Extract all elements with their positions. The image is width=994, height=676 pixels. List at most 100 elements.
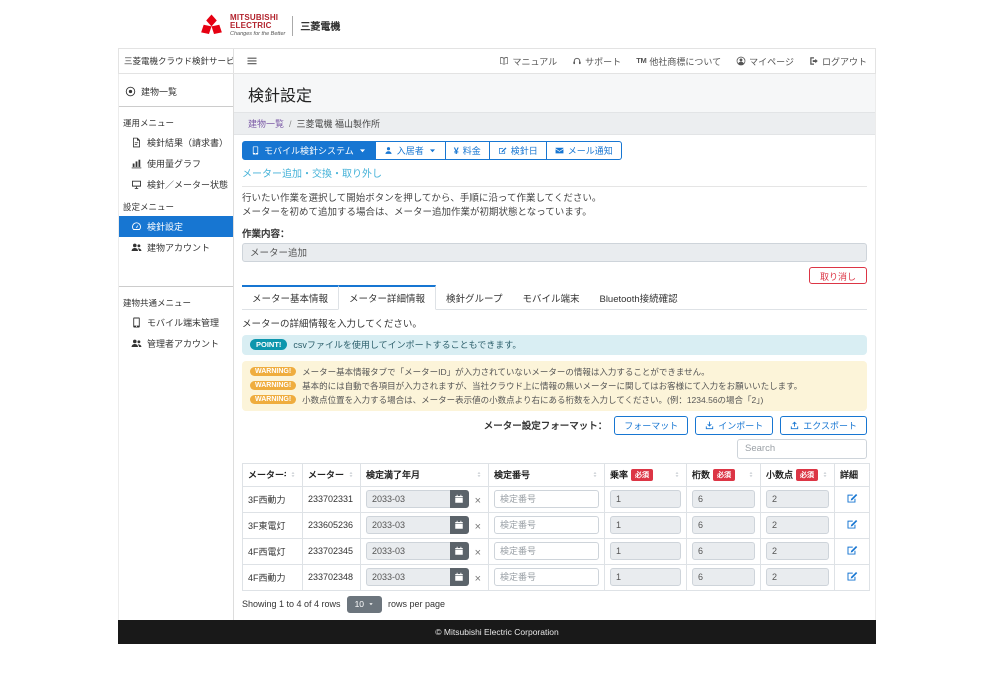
column-header[interactable]: 桁数必須 bbox=[687, 463, 761, 486]
toolbar-button-label: モバイル検針システム bbox=[264, 144, 354, 157]
tab-item[interactable]: 検針グループ bbox=[436, 285, 512, 310]
toolbar-button[interactable]: ¥料金 bbox=[446, 141, 490, 160]
cert-number-input[interactable] bbox=[494, 568, 599, 586]
topmenu-item[interactable]: TM他社商標について bbox=[636, 55, 721, 68]
sidebar-item[interactable]: 検針設定 bbox=[119, 216, 233, 237]
expiry-date-input bbox=[366, 568, 450, 586]
format-button[interactable]: インポート bbox=[695, 416, 773, 435]
toolbar-button[interactable]: 入居者 bbox=[376, 141, 446, 160]
column-header[interactable]: 検定満了年月 bbox=[361, 463, 489, 486]
point-banner: POINT! csvファイルを使用してインポートすることもできます。 bbox=[242, 335, 867, 355]
sort-icon bbox=[347, 470, 355, 479]
cert-number-input[interactable] bbox=[494, 516, 599, 534]
clear-date-button[interactable]: × bbox=[473, 544, 483, 559]
column-header: 詳細 bbox=[835, 463, 870, 486]
sidebar-item[interactable]: モバイル端末管理 bbox=[119, 312, 233, 333]
column-header-content: メーター名称 bbox=[248, 468, 297, 481]
x-icon: × bbox=[475, 522, 481, 533]
cert-number-input[interactable] bbox=[494, 490, 599, 508]
expiry-date-group: × bbox=[366, 516, 483, 534]
sidebar-item[interactable]: 検針／メーター状態 bbox=[119, 174, 233, 195]
format-label: メーター設定フォーマット： bbox=[484, 418, 608, 432]
cert-number-cell bbox=[489, 538, 605, 564]
required-badge: 必須 bbox=[713, 469, 735, 481]
toolbar-button[interactable]: モバイル検針システム bbox=[242, 141, 376, 160]
point-text: csvファイルを使用してインポートすることもできます。 bbox=[293, 338, 521, 351]
edit-detail-button[interactable] bbox=[846, 544, 858, 559]
sidebar-item[interactable]: 管理者アカウント bbox=[119, 333, 233, 354]
logo-japanese-name: 三菱電機 bbox=[300, 18, 340, 33]
sidebar-item-label: 検針設定 bbox=[147, 220, 183, 233]
edit-detail-button[interactable] bbox=[846, 570, 858, 585]
column-header[interactable]: 乗率必須 bbox=[605, 463, 687, 486]
digits-input bbox=[692, 516, 755, 534]
calendar-icon bbox=[454, 494, 464, 504]
calendar-button[interactable] bbox=[450, 490, 469, 508]
edit-detail-button[interactable] bbox=[846, 518, 858, 533]
column-header[interactable]: メーター名称 bbox=[243, 463, 303, 486]
clear-date-button[interactable]: × bbox=[473, 518, 483, 533]
column-header[interactable]: メーターID bbox=[303, 463, 361, 486]
clear-date-button[interactable]: × bbox=[473, 492, 483, 507]
column-label: 検定満了年月 bbox=[366, 468, 420, 481]
topmenu-item[interactable]: マニュアル bbox=[499, 55, 557, 68]
warning-text: 小数点位置を入力する場合は、メーター表示値の小数点より右にある桁数を入力してくだ… bbox=[302, 394, 763, 406]
sort-icon bbox=[673, 470, 681, 479]
sidebar-item[interactable]: 建物アカウント bbox=[119, 237, 233, 258]
expiry-date-group: × bbox=[366, 542, 483, 560]
format-button[interactable]: フォーマット bbox=[614, 416, 688, 435]
edit-detail-button[interactable] bbox=[846, 492, 858, 507]
column-header-content: 検定満了年月 bbox=[366, 468, 483, 481]
pagination: Showing 1 to 4 of 4 rows 10 rows per pag… bbox=[242, 596, 867, 613]
calendar-button[interactable] bbox=[450, 568, 469, 586]
decimal-position-input-cell bbox=[761, 538, 835, 564]
expiry-date-group: × bbox=[366, 490, 483, 508]
calendar-button[interactable] bbox=[450, 542, 469, 560]
headset-icon bbox=[572, 56, 582, 66]
toolbar-button[interactable]: 検針日 bbox=[490, 141, 547, 160]
multiplier-input bbox=[610, 568, 681, 586]
menu-icon[interactable] bbox=[246, 49, 258, 73]
column-header[interactable]: 検定番号 bbox=[489, 463, 605, 486]
page-footer: © Mitsubishi Electric Corporation bbox=[118, 620, 876, 644]
meter-operations-link[interactable]: メーター追加・交換・取り外し bbox=[242, 165, 382, 180]
tab-item[interactable]: モバイル端末 bbox=[512, 285, 589, 310]
multiplier-input bbox=[610, 516, 681, 534]
page-size-dropdown[interactable]: 10 bbox=[347, 596, 382, 613]
search-input[interactable] bbox=[737, 439, 867, 459]
record-circle-icon bbox=[125, 86, 136, 97]
cancel-button[interactable]: 取り消し bbox=[809, 267, 867, 284]
logout-icon bbox=[809, 56, 819, 66]
cert-number-cell bbox=[489, 512, 605, 538]
breadcrumb: 建物一覧 / 三菱電機 福山製作所 bbox=[234, 112, 875, 135]
sidebar-item[interactable]: 使用量グラフ bbox=[119, 153, 233, 174]
calendar-button[interactable] bbox=[450, 516, 469, 534]
mitsubishi-three-diamonds-icon bbox=[200, 14, 223, 37]
required-badge: 必須 bbox=[631, 469, 653, 481]
tab-active[interactable]: メーター詳細情報 bbox=[338, 285, 436, 310]
tab-label: 検針グループ bbox=[446, 294, 502, 305]
topmenu-item[interactable]: マイページ bbox=[736, 55, 794, 68]
graph-icon bbox=[131, 158, 142, 169]
sidebar-item-label: 管理者アカウント bbox=[147, 337, 219, 350]
multiplier-input bbox=[610, 490, 681, 508]
sidebar-item[interactable]: 建物一覧 bbox=[119, 81, 233, 102]
calendar-icon bbox=[454, 546, 464, 556]
toolbar-button[interactable]: メール通知 bbox=[547, 141, 622, 160]
cert-number-input[interactable] bbox=[494, 542, 599, 560]
sidebar-item[interactable]: 検針結果（請求書） bbox=[119, 132, 233, 153]
topmenu-item[interactable]: サポート bbox=[572, 55, 621, 68]
table-row: 4F西動力233702348× bbox=[243, 564, 870, 590]
tab-item[interactable]: Bluetooth接続確認 bbox=[589, 285, 687, 310]
breadcrumb-root-link[interactable]: 建物一覧 bbox=[248, 117, 284, 130]
upload-icon bbox=[790, 421, 799, 430]
mitsubishi-logo: MITSUBISHI ELECTRIC Changes for the Bett… bbox=[200, 14, 340, 38]
toolbar-button-label: 料金 bbox=[463, 144, 481, 157]
decimal-position-input bbox=[766, 490, 829, 508]
work-content-input bbox=[242, 243, 867, 262]
topmenu-item[interactable]: ログアウト bbox=[809, 55, 867, 68]
clear-date-button[interactable]: × bbox=[473, 570, 483, 585]
tab-item[interactable]: メーター基本情報 bbox=[242, 285, 338, 310]
column-header[interactable]: 小数点位置必須 bbox=[761, 463, 835, 486]
format-button[interactable]: エクスポート bbox=[780, 416, 867, 435]
